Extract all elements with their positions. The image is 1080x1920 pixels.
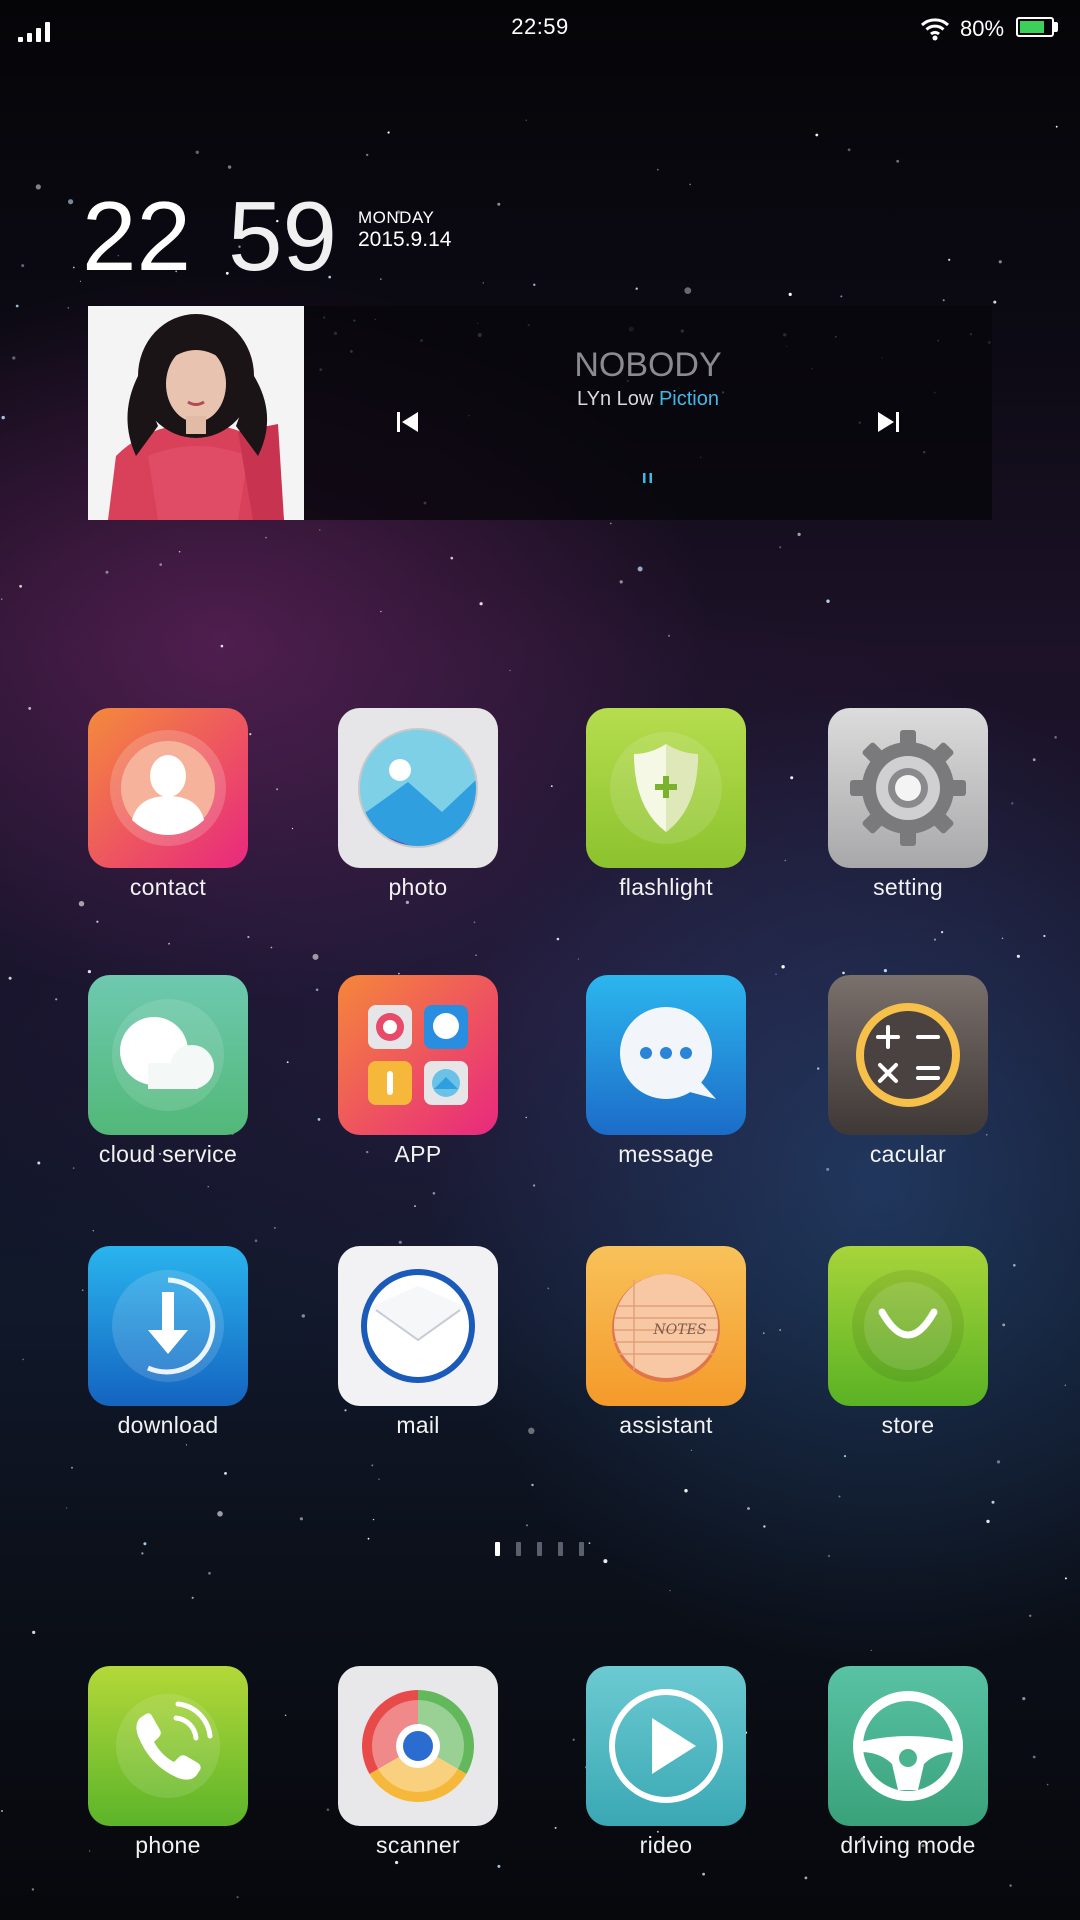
status-bar-time: 22:59	[511, 14, 569, 39]
dock-video[interactable]: rideo	[566, 1666, 766, 1886]
flashlight-icon[interactable]	[586, 708, 746, 868]
app-store[interactable]: store	[808, 1246, 1008, 1466]
app-label: APP	[394, 1141, 442, 1167]
song-album: Piction	[658, 388, 719, 410]
scanner-icon[interactable]	[338, 1666, 498, 1826]
app-folder[interactable]: APP	[318, 975, 518, 1195]
steering-wheel-icon[interactable]	[828, 1666, 988, 1826]
app-label: rideo	[639, 1832, 693, 1858]
app-label: message	[618, 1141, 714, 1167]
calculator-icon[interactable]	[828, 975, 988, 1135]
clock-minute: 59	[228, 181, 338, 291]
clock-weekday: MONDAY	[358, 208, 435, 227]
download-icon[interactable]	[88, 1246, 248, 1406]
app-label: driving mode	[840, 1832, 976, 1858]
app-folder-icon[interactable]	[338, 975, 498, 1135]
clock-hour: 22	[82, 181, 192, 291]
dock-phone[interactable]: phone	[68, 1666, 268, 1886]
app-label: download	[117, 1412, 219, 1438]
home-screen: 22:59 80% 22 59 MONDAY 2015.9.14 NOBODY …	[0, 0, 1080, 1920]
dock-scanner[interactable]: scanner	[318, 1666, 518, 1886]
battery-icon	[1016, 17, 1054, 37]
contact-icon[interactable]	[88, 708, 248, 868]
previous-track-icon[interactable]	[388, 402, 428, 442]
app-label: cloud service	[98, 1141, 238, 1167]
app-flashlight[interactable]: flashlight	[566, 708, 766, 928]
app-label: cacular	[869, 1141, 947, 1167]
photo-icon[interactable]	[338, 708, 498, 868]
app-cloud-service[interactable]: cloud service	[68, 975, 268, 1195]
app-label: flashlight	[619, 874, 713, 900]
app-label: phone	[135, 1832, 201, 1858]
app-label: assistant	[619, 1412, 713, 1438]
mail-icon[interactable]	[338, 1246, 498, 1406]
app-label: store	[881, 1412, 935, 1438]
wifi-icon	[920, 18, 950, 41]
app-calculator[interactable]: cacular	[808, 975, 1008, 1195]
app-label: mail	[396, 1412, 440, 1438]
pause-icon[interactable]	[632, 462, 664, 494]
app-mail[interactable]: mail	[318, 1246, 518, 1466]
battery-tip	[1054, 22, 1058, 32]
app-photo[interactable]: photo	[318, 708, 518, 928]
cloud-icon[interactable]	[88, 975, 248, 1135]
app-setting[interactable]: setting	[808, 708, 1008, 928]
message-icon[interactable]	[586, 975, 746, 1135]
video-icon[interactable]	[586, 1666, 746, 1826]
music-widget[interactable]: NOBODY LYn Low Piction	[88, 306, 992, 520]
setting-icon[interactable]	[828, 708, 988, 868]
next-track-icon[interactable]	[868, 402, 908, 442]
clock-date: 2015.9.14	[358, 228, 452, 251]
song-artist: LYn Low	[577, 388, 654, 410]
store-icon[interactable]	[828, 1246, 988, 1406]
app-label: setting	[873, 874, 943, 900]
phone-icon[interactable]	[88, 1666, 248, 1826]
battery-percent: 80%	[960, 16, 1005, 41]
album-art[interactable]	[88, 306, 304, 520]
svg-text:NOTES: NOTES	[653, 1322, 707, 1338]
dock-driving-mode[interactable]: driving mode	[808, 1666, 1008, 1886]
app-download[interactable]: download	[68, 1246, 268, 1466]
app-message[interactable]: message	[566, 975, 766, 1195]
app-assistant[interactable]: NOTES assistant	[566, 1246, 766, 1466]
app-label: scanner	[376, 1832, 460, 1858]
app-label: photo	[388, 874, 448, 900]
song-title: NOBODY	[574, 346, 722, 384]
app-contact[interactable]: contact	[68, 708, 268, 928]
app-label: contact	[129, 874, 207, 900]
notes-icon[interactable]: NOTES	[586, 1246, 746, 1406]
page-indicator[interactable]	[495, 1542, 585, 1556]
